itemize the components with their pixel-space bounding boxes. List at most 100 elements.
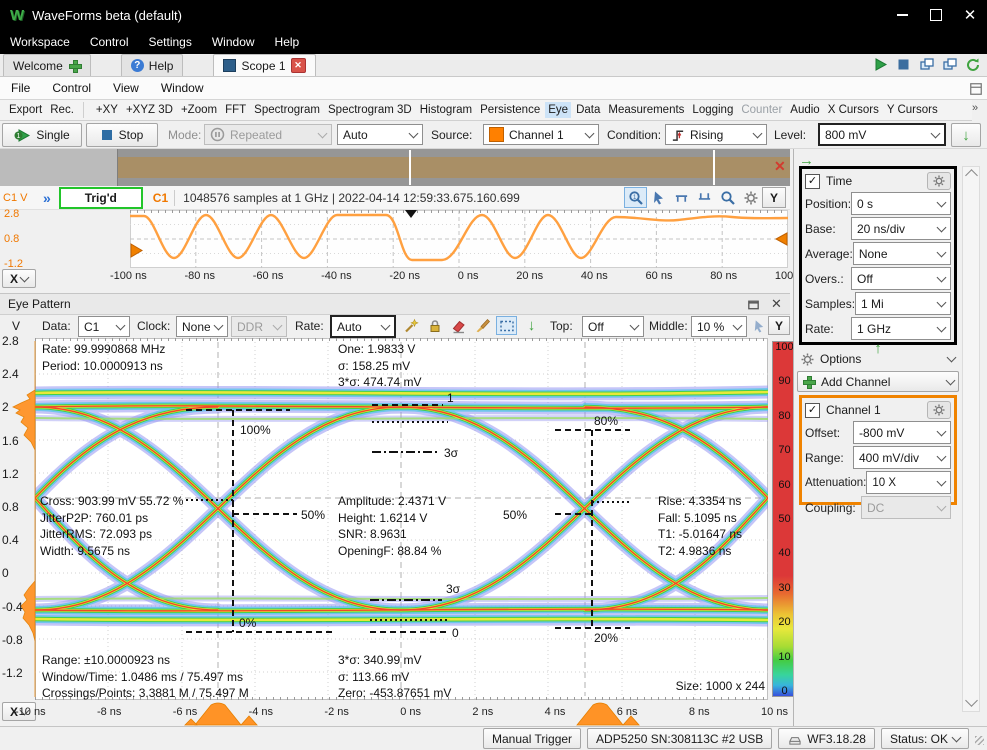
y-cursor-tool-icon[interactable] xyxy=(693,187,716,208)
time-settings-gear-icon[interactable] xyxy=(927,172,951,190)
channel1-settings-gear-icon[interactable] xyxy=(927,401,951,419)
trigger-position-handle[interactable] xyxy=(409,150,411,185)
magnify-icon[interactable] xyxy=(716,187,739,208)
view-tab-histogram[interactable]: Histogram xyxy=(417,102,475,118)
mini-scope-plot[interactable] xyxy=(100,210,790,268)
apply-level-button[interactable]: ↓ xyxy=(951,123,981,147)
erase-icon[interactable] xyxy=(448,316,469,335)
menu-item-settings[interactable]: Settings xyxy=(139,32,202,52)
version-button[interactable]: WF3.18.28 xyxy=(778,728,875,749)
view-tab--xyz-3d[interactable]: +XYZ 3D xyxy=(123,102,176,118)
menu-item-control[interactable]: Control xyxy=(80,32,139,52)
menu-item-help[interactable]: Help xyxy=(265,32,310,52)
stop-button[interactable]: Stop xyxy=(86,123,158,147)
source-dropdown[interactable]: Channel 1 xyxy=(483,124,599,145)
view-tab-persistence[interactable]: Persistence xyxy=(477,102,543,118)
pointer-tool-icon[interactable] xyxy=(647,187,670,208)
options-row[interactable]: Options xyxy=(797,349,959,369)
right-panel-scrollbar[interactable] xyxy=(962,166,980,712)
scope-menu-view[interactable]: View xyxy=(102,78,150,98)
view-tab--zoom[interactable]: +Zoom xyxy=(178,102,220,118)
add-instrument-icon[interactable] xyxy=(68,59,81,72)
close-panel-icon[interactable]: ✕ xyxy=(765,294,788,315)
channel-offset-marker[interactable] xyxy=(131,244,142,257)
view-tab-audio[interactable]: Audio xyxy=(787,102,822,118)
view-position-handle[interactable] xyxy=(713,150,715,185)
auto-measure-wand-icon[interactable] xyxy=(400,316,421,335)
view-tab-fft[interactable]: FFT xyxy=(222,102,249,118)
scope-menu-window[interactable]: Window xyxy=(150,78,215,98)
view-tab--xy[interactable]: +XY xyxy=(93,102,121,118)
mode-dropdown[interactable]: Repeated xyxy=(204,124,332,145)
slider-band[interactable] xyxy=(118,157,790,178)
resize-grip[interactable] xyxy=(975,736,984,745)
manual-trigger-button[interactable]: Manual Trigger xyxy=(483,728,581,749)
tab-welcome[interactable]: Welcome xyxy=(3,54,91,76)
view-tab-y-cursors[interactable]: Y Cursors xyxy=(884,102,941,118)
view-tab-rec-[interactable]: Rec. xyxy=(47,102,84,118)
view-tab-eye[interactable]: Eye xyxy=(545,102,571,118)
position-dropdown[interactable]: 0 s xyxy=(851,192,951,215)
apply-down-icon[interactable]: ↓ xyxy=(521,316,542,335)
close-tab-icon[interactable]: ✕ xyxy=(291,58,306,73)
offset-dropdown[interactable]: -800 mV xyxy=(853,421,951,444)
add-channel-button[interactable]: Add Channel xyxy=(797,371,959,392)
eye-rate-dropdown[interactable]: Auto xyxy=(330,315,396,338)
coupling-dropdown[interactable]: DC xyxy=(861,496,951,519)
time-checkbox[interactable]: ✓ xyxy=(805,174,820,189)
select-region-icon[interactable] xyxy=(496,316,517,335)
expand-icon[interactable]: » xyxy=(43,190,51,206)
close-button[interactable]: ✕ xyxy=(953,3,987,27)
trigger-mode-dropdown[interactable]: Auto xyxy=(337,124,423,145)
clear-brush-icon[interactable] xyxy=(472,316,493,335)
channel1-checkbox[interactable]: ✓ xyxy=(805,403,820,418)
scope-menu-control[interactable]: Control xyxy=(41,78,102,98)
view-tab-measurements[interactable]: Measurements xyxy=(605,102,687,118)
y-axis-button[interactable]: Y xyxy=(762,187,786,208)
buffer-position-slider[interactable] xyxy=(0,149,790,186)
level-dropdown[interactable]: 800 mV xyxy=(818,123,946,146)
status-button[interactable]: Status: OK xyxy=(881,728,969,749)
trigger-time-marker[interactable] xyxy=(405,210,417,218)
plot-settings-gear-icon[interactable] xyxy=(739,187,762,208)
zoom-tool-icon[interactable]: 1 xyxy=(624,187,647,208)
scope-menu-file[interactable]: File xyxy=(0,78,41,98)
oversampling-dropdown[interactable]: Off xyxy=(851,267,951,290)
eye-middle-dropdown[interactable]: 10 % xyxy=(691,316,747,337)
rate-dropdown[interactable]: 1 GHz xyxy=(851,317,951,340)
tab-help[interactable]: ? Help xyxy=(121,54,184,76)
view-tab-spectrogram[interactable]: Spectrogram xyxy=(251,102,323,118)
view-tab-export[interactable]: Export xyxy=(6,102,45,118)
condition-dropdown[interactable]: Rising xyxy=(665,124,767,145)
maximize-button[interactable] xyxy=(919,3,953,27)
scrollbar-up-icon[interactable] xyxy=(965,169,978,182)
samples-dropdown[interactable]: 1 Mi xyxy=(855,292,951,315)
menu-item-workspace[interactable]: Workspace xyxy=(0,32,80,52)
lock-icon[interactable] xyxy=(424,316,445,335)
eye-clock-dropdown[interactable]: None xyxy=(176,316,228,337)
scrollbar-down-icon[interactable] xyxy=(965,694,978,707)
window-layout-icon[interactable] xyxy=(915,53,938,76)
stop-all-button[interactable] xyxy=(892,53,915,76)
minimize-button[interactable] xyxy=(885,3,919,27)
base-dropdown[interactable]: 20 ns/div xyxy=(851,217,951,240)
eye-top-dropdown[interactable]: Off xyxy=(582,316,644,337)
menu-item-window[interactable]: Window xyxy=(202,32,265,52)
attenuation-dropdown[interactable]: 10 X xyxy=(866,471,951,494)
float-panel-icon[interactable] xyxy=(742,294,765,315)
sync-settings-icon[interactable] xyxy=(961,53,984,76)
eye-ddr-dropdown[interactable]: DDR xyxy=(231,316,287,337)
x-cursor-tool-icon[interactable] xyxy=(670,187,693,208)
view-tabs-overflow[interactable]: » xyxy=(972,102,978,114)
panel-menu-icon[interactable] xyxy=(965,79,986,98)
view-tab-data[interactable]: Data xyxy=(573,102,603,118)
run-all-button[interactable] xyxy=(869,53,892,76)
window-cascade-icon[interactable] xyxy=(938,53,961,76)
device-button[interactable]: ADP5250 SN:308113C #2 USB xyxy=(587,728,772,749)
single-button[interactable]: 1 Single xyxy=(2,123,82,147)
eye-y-axis-button[interactable]: Y xyxy=(768,316,790,335)
close-zoom-icon[interactable]: ✕ xyxy=(774,158,786,175)
eye-data-dropdown[interactable]: C1 xyxy=(78,316,130,337)
range-dropdown[interactable]: 400 mV/div xyxy=(853,446,951,469)
view-tab-logging[interactable]: Logging xyxy=(689,102,736,118)
